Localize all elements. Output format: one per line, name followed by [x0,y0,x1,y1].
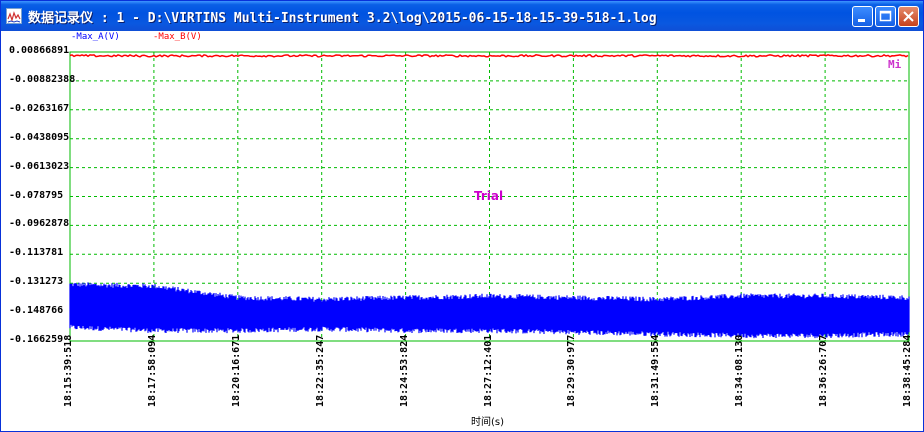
y-tick-label: 0.00866891 [9,45,70,56]
y-tick-label: -0.131273 [9,276,64,288]
y-tick-label: -0.0263167 [9,102,70,114]
x-tick-label: 18:38:45:284 [902,334,913,407]
y-tick-label: -0.0438095 [9,131,70,143]
maximize-button[interactable] [875,6,896,27]
close-button[interactable] [898,6,919,27]
corner-label: Mi [888,58,902,71]
x-tick-label: 18:31:49:554 [650,334,662,407]
y-tick-label: -0.00882388 [9,73,76,85]
x-tick-label: 18:22:35:247 [314,334,326,407]
app-window: 数据记录仪 : 1 - D:\VIRTINS Multi-Instrument … [0,0,924,432]
minimize-icon [858,19,865,22]
x-tick-label: 18:36:26:707 [818,334,830,407]
window-title: 数据记录仪 : 1 - D:\VIRTINS Multi-Instrument … [28,11,657,26]
x-tick-label: 18:24:53:824 [398,334,410,407]
minimize-button[interactable] [852,6,873,27]
chart-plot-area[interactable] [1,31,923,431]
x-tick-label: 18:27:12:401 [482,334,494,407]
y-tick-label: -0.166259 [9,334,64,345]
y-tick-label: -0.0962878 [9,218,70,230]
x-tick-label: 18:29:30:977 [566,334,578,407]
y-tick-label: -0.113781 [9,247,64,259]
y-tick-label: -0.148766 [9,305,64,317]
x-axis-title: 时间(s) [471,417,505,428]
x-tick-label: 18:34:08:130 [734,334,746,407]
maximize-icon [879,10,892,22]
close-icon [903,11,914,22]
trial-watermark: Trial [474,189,504,203]
app-icon[interactable] [6,8,22,24]
y-tick-label: -0.078795 [9,189,64,201]
x-tick-label: 18:15:39:518 [63,334,74,407]
y-tick-label: -0.0613023 [9,160,70,172]
title-bar[interactable]: 数据记录仪 : 1 - D:\VIRTINS Multi-Instrument … [1,1,923,31]
x-tick-label: 18:17:58:094 [146,334,158,407]
x-tick-label: 18:20:16:671 [230,334,242,407]
